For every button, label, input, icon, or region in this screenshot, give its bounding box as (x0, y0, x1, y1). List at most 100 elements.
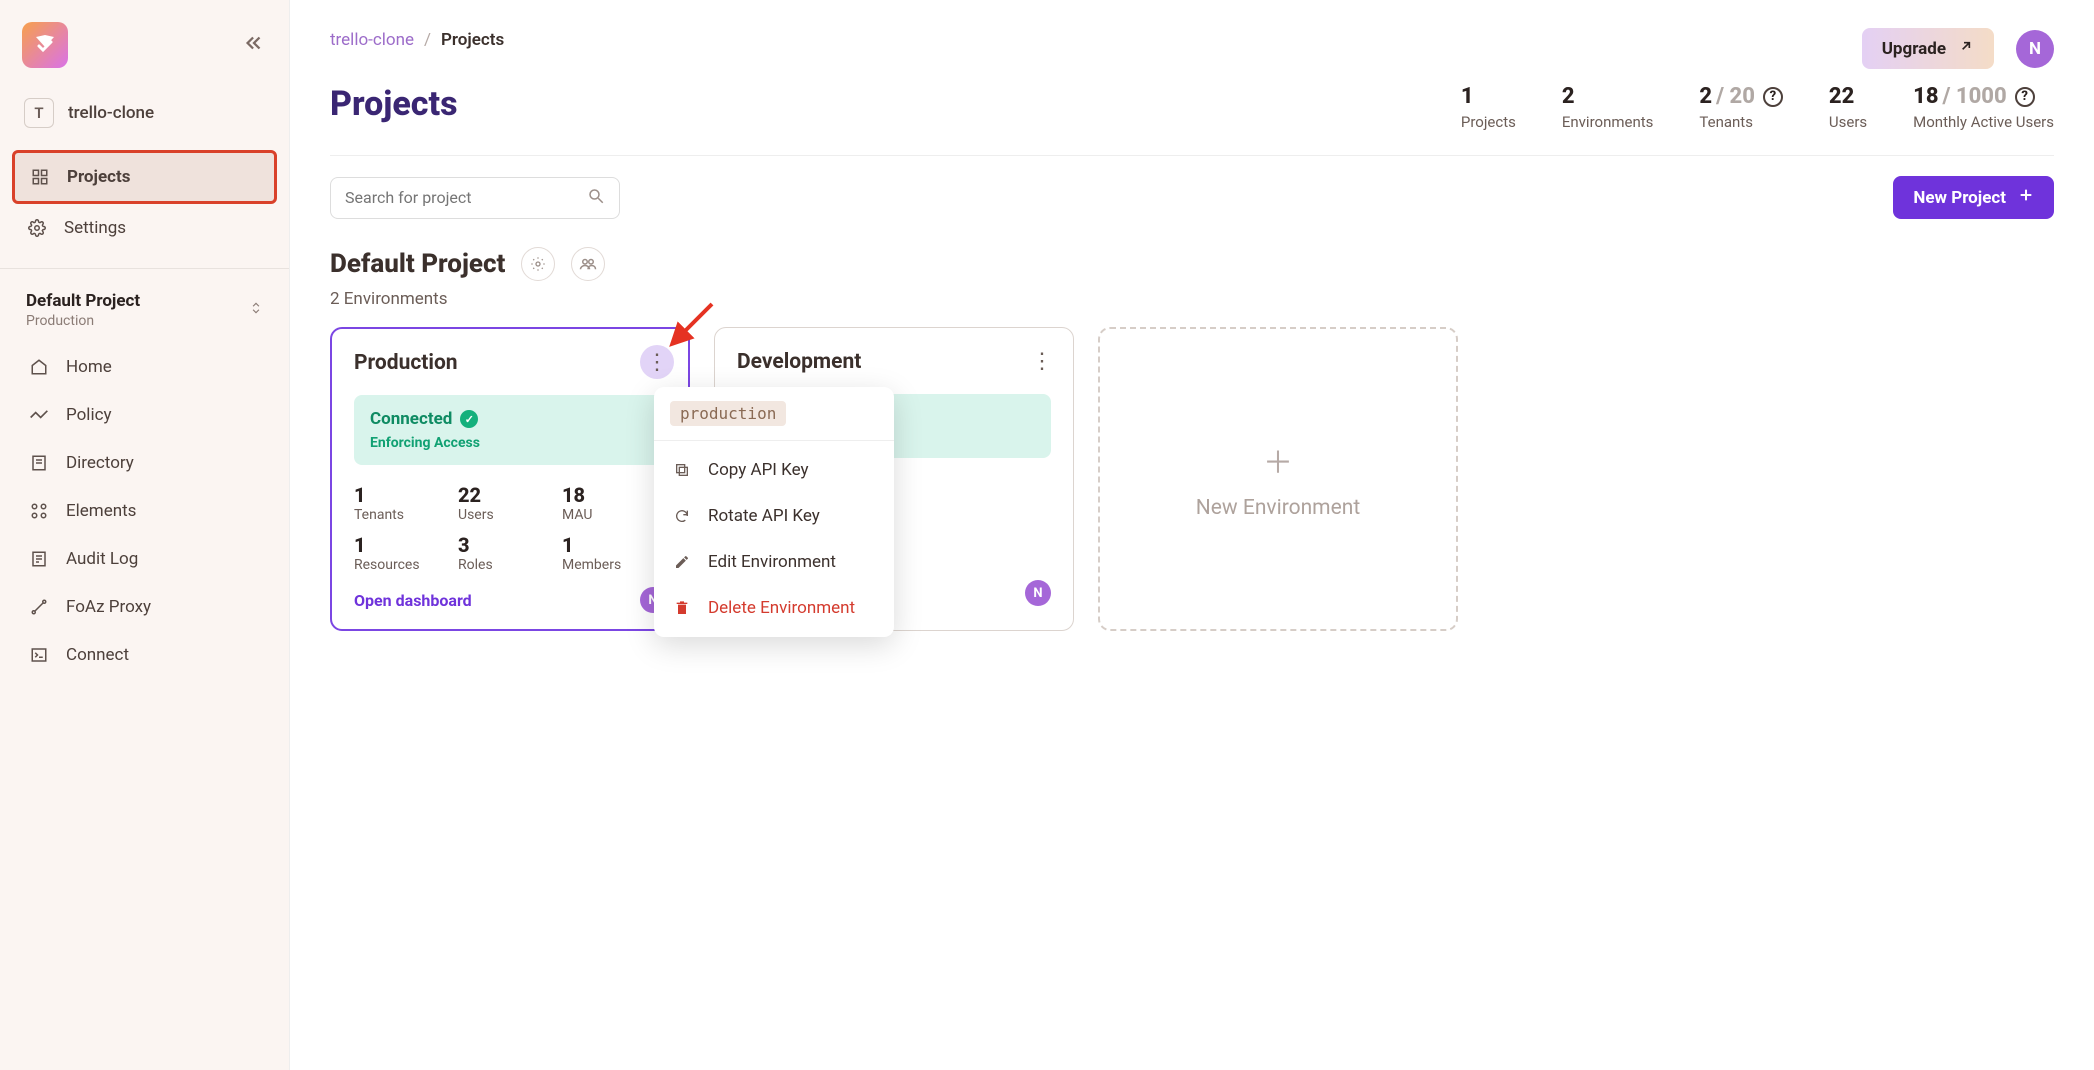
stat-tenants: 2 / 20? Tenants (1699, 84, 1782, 131)
project-name: Default Project (330, 249, 505, 279)
sidebar-item-label: Elements (66, 501, 136, 521)
search-field[interactable] (345, 188, 587, 207)
metric-label: Resources (354, 557, 458, 573)
env-menu-button[interactable]: ⋮ (1025, 344, 1059, 378)
sidebar-item-label: Directory (66, 453, 134, 473)
env-count: 2 Environments (330, 289, 2054, 309)
sidebar-item-policy[interactable]: Policy (14, 391, 275, 439)
metric-value: 1 (354, 533, 458, 557)
proxy-icon (28, 598, 50, 616)
workspace-badge: T (24, 98, 54, 128)
breadcrumb-org[interactable]: trello-clone (330, 30, 414, 50)
dropdown-copy-api-key[interactable]: Copy API Key (654, 447, 894, 493)
plus-icon (2018, 187, 2034, 208)
stat-label: Monthly Active Users (1913, 113, 2054, 131)
env-menu-button[interactable]: ⋮ (640, 345, 674, 379)
copy-icon (672, 462, 692, 478)
collapse-sidebar-icon[interactable] (243, 32, 265, 58)
grid-icon (29, 168, 51, 186)
help-icon[interactable]: ? (2015, 87, 2035, 107)
sidebar-item-projects[interactable]: Projects (12, 150, 277, 204)
elements-icon (28, 502, 50, 520)
dropdown-item-label: Delete Environment (708, 598, 855, 618)
search-project-input[interactable] (330, 177, 620, 219)
project-env-selector[interactable]: Default Project Production (0, 281, 289, 339)
sidebar-item-directory[interactable]: Directory (14, 439, 275, 487)
env-card-production[interactable]: Production ⋮ Connected✓ Enforcing Access… (330, 327, 690, 631)
app-logo[interactable] (22, 22, 68, 68)
metric: 3Roles (458, 533, 562, 573)
env-dropdown-menu: production Copy API Key Rotate API Key (654, 387, 894, 637)
new-env-label: New Environment (1196, 496, 1360, 520)
stat-value: 2 (1699, 84, 1712, 109)
dropdown-item-label: Edit Environment (708, 552, 836, 572)
stat-value: 1 (1461, 84, 1474, 109)
stat-value: 22 (1829, 84, 1854, 109)
dropdown-rotate-api-key[interactable]: Rotate API Key (654, 493, 894, 539)
sidebar-item-settings[interactable]: Settings (12, 204, 277, 252)
plus-icon: ＋ (1263, 438, 1293, 482)
sidebar-item-label: Audit Log (66, 549, 138, 569)
metric-value: 22 (458, 483, 562, 507)
project-selector-env: Production (26, 313, 140, 329)
upgrade-button[interactable]: Upgrade (1862, 28, 1994, 69)
sidebar-item-audit-log[interactable]: Audit Log (14, 535, 275, 583)
home-icon (28, 358, 50, 376)
stat-mau: 18 / 1000? Monthly Active Users (1913, 84, 2054, 131)
env-name: Development (737, 350, 1051, 374)
new-project-button[interactable]: New Project (1893, 176, 2054, 219)
breadcrumb-sep: / (424, 30, 431, 50)
member-avatar[interactable]: N (1025, 580, 1051, 606)
project-settings-button[interactable] (521, 247, 555, 281)
dropdown-edit-environment[interactable]: Edit Environment (654, 539, 894, 585)
upgrade-label: Upgrade (1882, 39, 1946, 59)
dropdown-item-label: Copy API Key (708, 460, 809, 480)
main-content: trello-clone / Projects Upgrade N Projec… (290, 0, 2094, 1070)
metric-label: Members (562, 557, 666, 573)
env-name: Production (354, 351, 666, 375)
metric: 22Users (458, 483, 562, 523)
stats-bar: 1 Projects 2 Environments 2 / 20? Tenant… (1461, 84, 2054, 131)
gear-icon (26, 219, 48, 237)
metric-label: Tenants (354, 507, 458, 523)
stat-value: 18 (1913, 84, 1938, 109)
metric: 1Members (562, 533, 666, 573)
sidebar-item-connect[interactable]: Connect (14, 631, 275, 679)
metric-label: Users (458, 507, 562, 523)
sidebar-item-home[interactable]: Home (14, 343, 275, 391)
trash-icon (672, 600, 692, 616)
sidebar-item-elements[interactable]: Elements (14, 487, 275, 535)
divider (654, 440, 894, 441)
sidebar-item-label: Home (66, 357, 112, 377)
enforcing-label: Enforcing Access (370, 435, 650, 451)
metric: 1Resources (354, 533, 458, 573)
stat-label: Environments (1562, 113, 1654, 131)
sidebar-item-label: Connect (66, 645, 129, 665)
check-icon: ✓ (460, 410, 478, 428)
metric-value: 1 (354, 483, 458, 507)
breadcrumb: trello-clone / Projects (330, 30, 2054, 50)
new-environment-button[interactable]: ＋ New Environment (1098, 327, 1458, 631)
metric-label: MAU (562, 507, 666, 523)
sidebar-item-label: Settings (64, 218, 126, 238)
open-dashboard-link[interactable]: Open dashboard (354, 591, 472, 610)
metric-value: 3 (458, 533, 562, 557)
divider (0, 268, 289, 269)
project-members-button[interactable] (571, 247, 605, 281)
stat-cap: / 1000 (1943, 84, 2007, 109)
stat-environments: 2 Environments (1562, 84, 1654, 131)
help-icon[interactable]: ? (1763, 87, 1783, 107)
workspace-selector[interactable]: T trello-clone (0, 86, 289, 146)
terminal-icon (28, 646, 50, 664)
metric: 18MAU (562, 483, 666, 523)
user-avatar[interactable]: N (2016, 30, 2054, 68)
sidebar: T trello-clone Projects Settings Default… (0, 0, 290, 1070)
breadcrumb-current: Projects (441, 30, 504, 50)
sidebar-item-label: FoAz Proxy (66, 597, 151, 617)
sidebar-item-foaz-proxy[interactable]: FoAz Proxy (14, 583, 275, 631)
dropdown-delete-environment[interactable]: Delete Environment (654, 585, 894, 631)
project-selector-name: Default Project (26, 291, 140, 311)
stat-users: 22 Users (1829, 84, 1867, 131)
metric: 1Tenants (354, 483, 458, 523)
workspace-name: trello-clone (68, 103, 154, 123)
